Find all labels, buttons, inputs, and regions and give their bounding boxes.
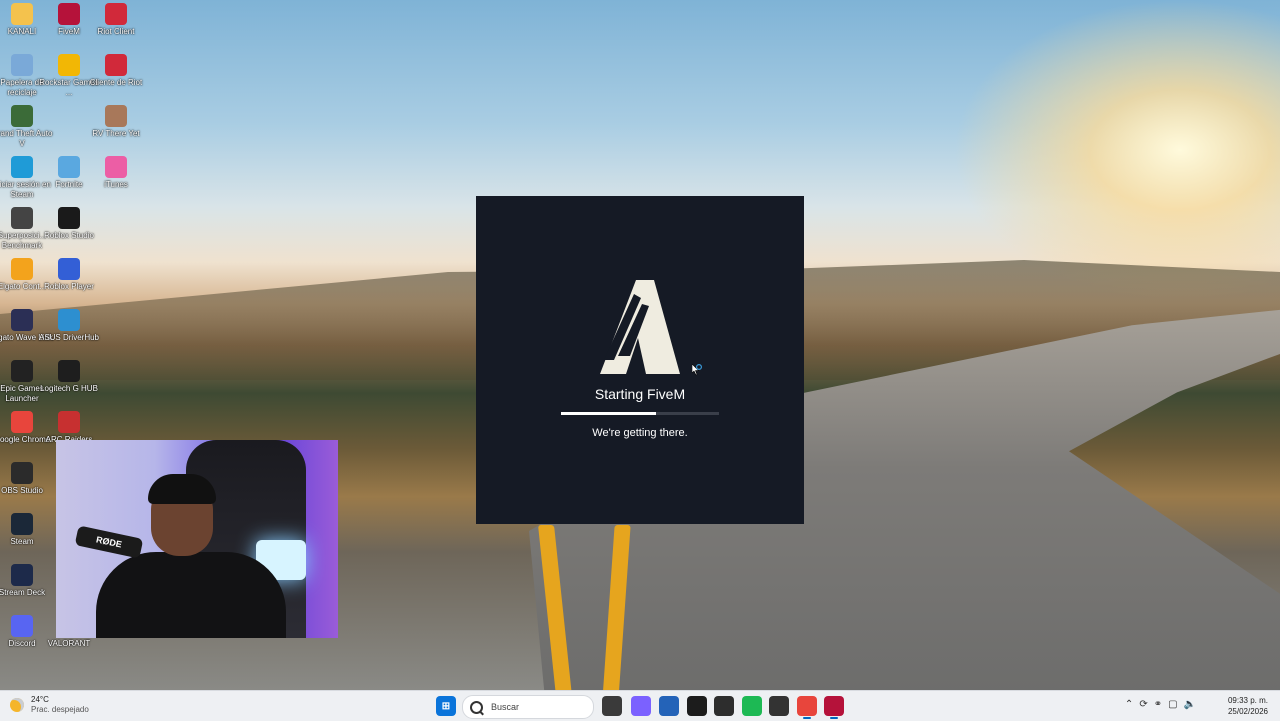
person-shirt xyxy=(96,552,286,638)
desktop-icon-label: Roblox Studio xyxy=(44,231,94,240)
taskbar-copilot[interactable] xyxy=(631,696,651,716)
fivem-logo-icon xyxy=(600,280,680,374)
stream-deck-icon xyxy=(11,564,33,586)
desktop-icon-itunes[interactable]: iTunes xyxy=(84,156,148,190)
desktop-icon-label: RV There Yet xyxy=(92,129,140,138)
desktop-icon-label: OBS Studio xyxy=(1,486,43,495)
desktop-icon-label: ASUS DriverHub xyxy=(38,333,99,342)
busy-cursor-icon xyxy=(692,364,702,376)
person-cap xyxy=(148,474,216,504)
microphone-icon[interactable]: ⚭ xyxy=(1154,699,1162,710)
desktop: KANALI FiveM Riot Client Papelera de recicl… xyxy=(0,0,1280,690)
chrome-icon xyxy=(11,411,33,433)
webcam-overlay: RØDE xyxy=(56,440,338,638)
loading-progress-bar xyxy=(561,412,719,415)
riot-client-icon xyxy=(105,54,127,76)
clock-time: 09:33 p. m. xyxy=(1227,696,1268,705)
desktop-icon-label: Roblox Player xyxy=(44,282,94,291)
weather-temp: 24°C xyxy=(31,695,49,704)
epic-games-icon xyxy=(11,360,33,382)
tray-sync-icon[interactable]: ⟳ xyxy=(1139,699,1147,710)
desktop-icon-label: Cliente de Riot xyxy=(89,78,143,87)
recycle-bin-icon xyxy=(11,54,33,76)
gta-icon xyxy=(11,105,33,127)
desktop-icon-roblox-player[interactable]: Roblox Player xyxy=(37,258,101,292)
desktop-icon-riot-client[interactable]: Cliente de Riot xyxy=(84,54,148,88)
taskbar-fivem[interactable] xyxy=(824,696,844,716)
fivem-splash-window: Starting FiveM We're getting there. xyxy=(476,196,804,524)
steam-icon xyxy=(11,513,33,535)
splash-title: Starting FiveM xyxy=(594,386,686,402)
loading-progress-fill xyxy=(561,412,656,415)
discord-icon xyxy=(11,615,33,637)
taskbar-file-explorer[interactable] xyxy=(602,696,622,716)
taskbar-chrome[interactable] xyxy=(797,696,817,716)
tray-overflow-chevron-icon[interactable]: ⌃ xyxy=(1125,699,1133,710)
obs-icon xyxy=(11,462,33,484)
start-button[interactable]: ⊞ xyxy=(436,696,456,716)
fortnite-icon xyxy=(58,156,80,178)
desktop-icon-gta[interactable]: Grand Theft Auto V xyxy=(0,105,54,149)
splash-subtitle: We're getting there. xyxy=(592,427,688,439)
taskbar-app-2[interactable] xyxy=(769,696,789,716)
desktop-icon-label: Grand Theft Auto V xyxy=(0,129,53,148)
asus-icon xyxy=(58,309,80,331)
desktop-icon-label: Riot Client xyxy=(97,27,135,36)
desktop-icon-steam[interactable]: Steam xyxy=(0,513,54,547)
taskbar: 24°C Prac. despejado ⊞ Buscar ⌃ ⟳ ⚭ ▢ 🔈 … xyxy=(0,690,1280,721)
roblox-studio-icon xyxy=(58,207,80,229)
desktop-icon-logitech[interactable]: Logitech G HUB xyxy=(37,360,101,394)
desktop-icon-riot-client[interactable]: Riot Client xyxy=(84,3,148,37)
fivem-icon xyxy=(58,3,80,25)
itunes-icon xyxy=(105,156,127,178)
desktop-icon-obs[interactable]: OBS Studio xyxy=(0,462,54,496)
search-placeholder: Buscar xyxy=(491,702,520,712)
taskbar-clock[interactable]: 09:33 p. m. 25/02/2026 xyxy=(1228,695,1268,717)
desktop-icon-label: Logitech G HUB xyxy=(40,384,98,393)
running-indicator xyxy=(803,717,811,719)
system-tray: ⌃ ⟳ ⚭ ▢ 🔈 xyxy=(1125,699,1196,710)
taskbar-app[interactable] xyxy=(714,696,734,716)
running-indicator xyxy=(830,717,838,719)
clock-date: 25/02/2026 xyxy=(1227,707,1268,716)
desktop-icon-label: iTunes xyxy=(104,180,128,189)
rv-there-yet-icon xyxy=(105,105,127,127)
benchmark-icon xyxy=(11,207,33,229)
desktop-icon-label: VALORANT xyxy=(47,639,91,648)
rockstar-icon xyxy=(58,54,80,76)
search-icon xyxy=(470,700,483,714)
desktop-icon-asus[interactable]: ASUS DriverHub xyxy=(37,309,101,343)
desktop-icon-roblox-studio[interactable]: Roblox Studio xyxy=(37,207,101,241)
taskbar-search[interactable]: Buscar xyxy=(462,695,594,719)
taskbar-spotify[interactable] xyxy=(742,696,762,716)
taskbar-store[interactable] xyxy=(659,696,679,716)
wave-link-icon xyxy=(11,309,33,331)
windows-icon: ⊞ xyxy=(441,700,451,712)
microphone: RØDE xyxy=(74,525,144,559)
roblox-player-icon xyxy=(58,258,80,280)
weather-sun-icon xyxy=(10,698,24,712)
desktop-icon-rv-there-yet[interactable]: RV There Yet xyxy=(84,105,148,139)
network-icon[interactable]: ▢ xyxy=(1168,699,1177,710)
weather-desc: Prac. despejado xyxy=(31,705,89,714)
elgato-control-icon xyxy=(11,258,33,280)
edge-icon xyxy=(11,156,33,178)
riot-client-icon xyxy=(105,3,127,25)
arc-raiders-icon xyxy=(58,411,80,433)
folder-icon xyxy=(11,3,33,25)
taskbar-terminal[interactable] xyxy=(687,696,707,716)
desktop-icon-label: Steam xyxy=(10,537,34,546)
weather-widget[interactable]: 24°C Prac. despejado xyxy=(10,695,89,715)
volume-icon[interactable]: 🔈 xyxy=(1184,699,1196,710)
logitech-icon xyxy=(58,360,80,382)
